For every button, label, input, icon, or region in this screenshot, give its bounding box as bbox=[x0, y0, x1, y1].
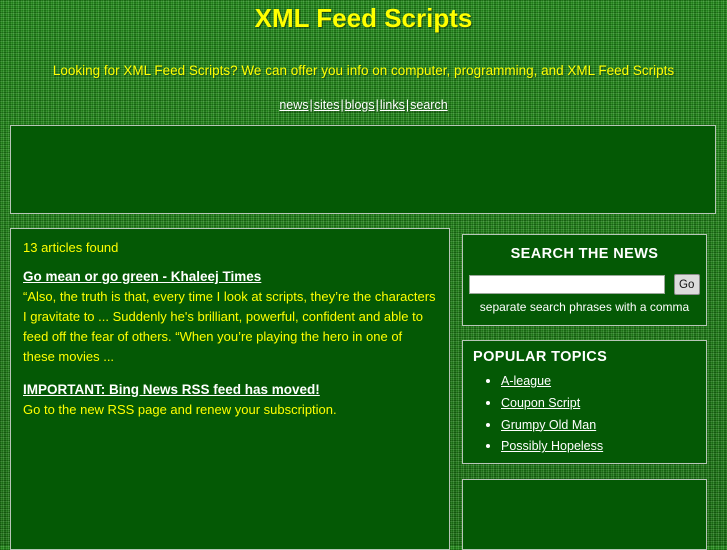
site-tagline: Looking for XML Feed Scripts? We can off… bbox=[52, 63, 675, 78]
list-item: Possibly Hopeless bbox=[501, 436, 706, 457]
search-go-button[interactable]: Go bbox=[673, 274, 700, 295]
top-banner-ad bbox=[10, 125, 716, 214]
topic-link-grumpy-old-man[interactable]: Grumpy Old Man bbox=[501, 418, 596, 432]
search-input[interactable] bbox=[469, 275, 666, 294]
search-hint-text: separate search phrases with a comma bbox=[479, 300, 690, 314]
nav-item-news[interactable]: news bbox=[279, 98, 308, 112]
nav-item-links[interactable]: links bbox=[380, 98, 405, 112]
popular-topics-list: A-league Coupon Script Grumpy Old Man Po… bbox=[473, 371, 706, 457]
article-item: IMPORTANT: Bing News RSS feed has moved!… bbox=[23, 382, 437, 420]
sidebar-banner-ad bbox=[462, 479, 707, 550]
nav-item-search[interactable]: search bbox=[410, 98, 448, 112]
search-the-news-box: SEARCH THE NEWS Go separate search phras… bbox=[462, 234, 707, 326]
search-box-heading: SEARCH THE NEWS bbox=[510, 246, 659, 262]
list-item: Coupon Script bbox=[501, 393, 706, 414]
page-title: XML Feed Scripts bbox=[254, 3, 473, 33]
article-item: Go mean or go green - Khaleej Times “Als… bbox=[23, 269, 437, 368]
popular-topics-box: POPULAR TOPICS A-league Coupon Script Gr… bbox=[462, 340, 707, 464]
article-title-link[interactable]: IMPORTANT: Bing News RSS feed has moved! bbox=[23, 382, 437, 397]
list-item: A-league bbox=[501, 371, 706, 392]
nav-item-sites[interactable]: sites bbox=[314, 98, 340, 112]
topic-link-possibly-hopeless[interactable]: Possibly Hopeless bbox=[501, 439, 603, 453]
topic-link-a-league[interactable]: A-league bbox=[501, 374, 551, 388]
main-nav: news|sites|blogs|links|search bbox=[0, 98, 727, 112]
results-count: 13 articles found bbox=[23, 240, 119, 255]
topic-link-coupon-script[interactable]: Coupon Script bbox=[501, 396, 580, 410]
site-header: XML Feed Scripts Looking for XML Feed Sc… bbox=[0, 0, 727, 120]
article-snippet: Go to the new RSS page and renew your su… bbox=[23, 401, 337, 417]
list-item: Grumpy Old Man bbox=[501, 415, 706, 436]
article-title-link[interactable]: Go mean or go green - Khaleej Times bbox=[23, 269, 437, 284]
article-snippet: “Also, the truth is that, every time I l… bbox=[23, 289, 436, 365]
nav-item-blogs[interactable]: blogs bbox=[345, 98, 375, 112]
popular-topics-heading: POPULAR TOPICS bbox=[473, 349, 608, 365]
articles-column: 13 articles found Go mean or go green - … bbox=[10, 228, 450, 550]
search-row: Go bbox=[463, 274, 706, 295]
